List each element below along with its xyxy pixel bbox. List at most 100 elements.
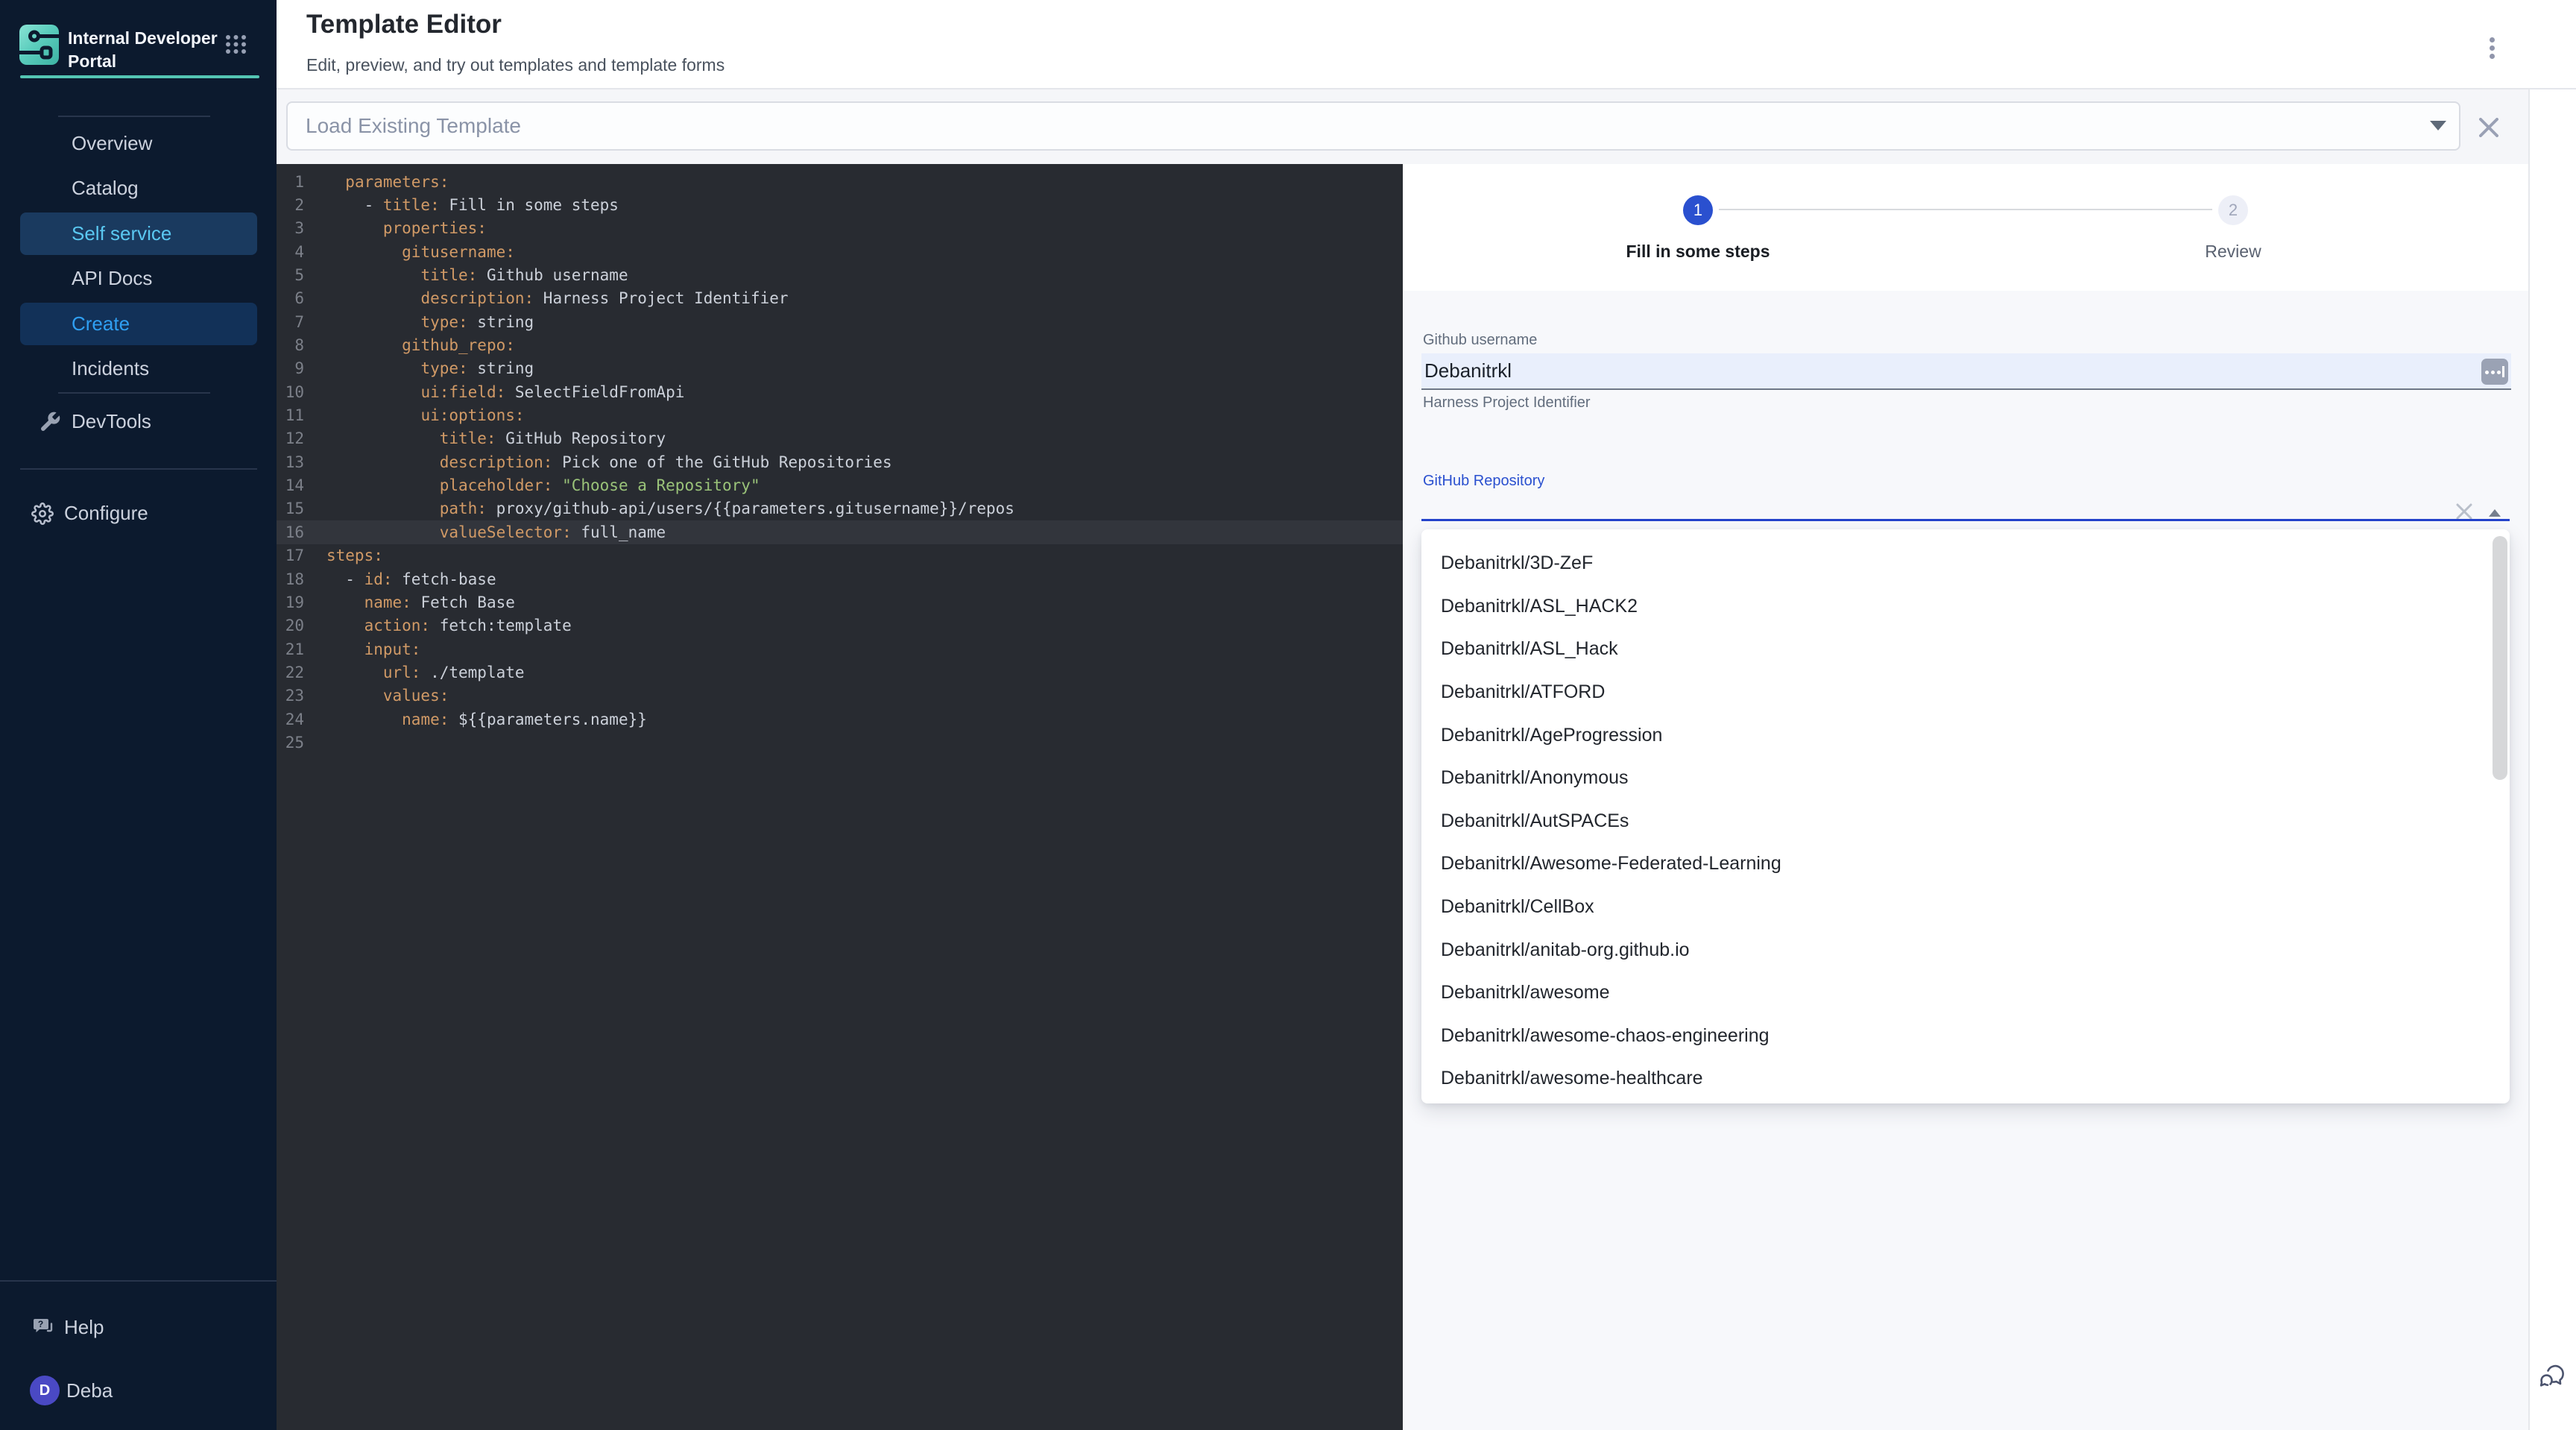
code-line[interactable]: 20 action: fetch:template [277, 614, 1403, 637]
apps-grid-icon[interactable] [226, 35, 246, 54]
code-line[interactable]: 16 valueSelector: full_name [277, 520, 1403, 544]
page-title: Template Editor [306, 10, 502, 40]
sidebar-item-catalog[interactable]: Catalog [20, 167, 257, 210]
load-template-select[interactable]: Load Existing Template [286, 101, 2460, 151]
sidebar-item-devtools[interactable]: DevTools [20, 400, 257, 443]
repository-option[interactable]: Debanitrkl/AgeProgression [1421, 714, 2510, 757]
code-line[interactable]: 18 - id: fetch-base [277, 567, 1403, 590]
sidebar-item-label: Incidents [72, 357, 149, 380]
github-username-helper: Harness Project Identifier [1423, 394, 1591, 412]
wrench-icon [38, 410, 62, 434]
step-2-indicator[interactable]: 2 [2218, 195, 2248, 225]
repository-option[interactable]: Debanitrkl/AutSPACEs [1421, 800, 2510, 843]
step-1-indicator[interactable]: 1 [1683, 195, 1713, 225]
sidebar-item-label: Self service [72, 222, 171, 245]
code-line[interactable]: 14 placeholder: "Choose a Repository" [277, 473, 1403, 497]
code-line[interactable]: 2 - title: Fill in some steps [277, 193, 1403, 216]
code-line[interactable]: 21 input: [277, 637, 1403, 661]
sidebar-item-label: Help [64, 1316, 104, 1339]
code-line[interactable]: 15 path: proxy/github-api/users/{{parame… [277, 497, 1403, 520]
page-header: Template Editor Edit, preview, and try o… [277, 0, 2576, 89]
help-chat-icon: ? [31, 1316, 54, 1340]
chat-bubbles-icon[interactable] [2539, 1364, 2567, 1392]
template-form-panel: 1 2 Fill in some steps Review Github use… [1403, 164, 2528, 1430]
github-repository-label: GitHub Repository [1423, 473, 1544, 490]
sidebar: Internal Developer Portal Overview Catal… [0, 0, 277, 1430]
main-area: Template Editor Edit, preview, and try o… [277, 0, 2576, 1430]
step-1-label: Fill in some steps [1549, 242, 1847, 262]
sidebar-item-self-service[interactable]: Self service [20, 212, 257, 255]
code-line[interactable]: 11 ui:options: [277, 403, 1403, 426]
code-line[interactable]: 19 name: Fetch Base [277, 590, 1403, 614]
sidebar-item-create[interactable]: Create [20, 303, 257, 345]
sidebar-item-api-docs[interactable]: API Docs [20, 257, 257, 300]
stepper-connector [1719, 209, 2212, 210]
repository-select-underline[interactable] [1421, 519, 2510, 521]
code-line[interactable]: 3 properties: [277, 217, 1403, 240]
nav-divider [58, 392, 210, 394]
code-line[interactable]: 8 github_repo: [277, 333, 1403, 356]
github-username-label: Github username [1423, 332, 1537, 349]
close-icon[interactable] [2479, 118, 2498, 137]
repository-option[interactable]: Debanitrkl/awesome-healthcare [1421, 1057, 2510, 1100]
autofill-icon[interactable] [2481, 359, 2508, 385]
repository-option[interactable]: Debanitrkl/ASL_Hack [1421, 628, 2510, 671]
repository-option[interactable]: Debanitrkl/ASL_HACK2 [1421, 585, 2510, 629]
sidebar-divider [0, 1280, 277, 1282]
app-title: Internal Developer Portal [68, 27, 228, 73]
repository-dropdown: Debanitrkl/3D-ZeFDebanitrkl/ASL_HACK2Deb… [1421, 529, 2510, 1103]
chevron-up-icon[interactable] [2489, 509, 2501, 517]
code-line[interactable]: 22 url: ./template [277, 661, 1403, 684]
code-line[interactable]: 4 gitusername: [277, 240, 1403, 263]
sidebar-item-help[interactable]: ? Help [20, 1306, 257, 1349]
sidebar-item-configure[interactable]: Configure [20, 492, 257, 535]
nav-divider [58, 116, 210, 117]
gear-icon [31, 503, 54, 525]
repository-option[interactable]: Debanitrkl/3D-ZeF [1421, 542, 2510, 585]
repository-option[interactable]: Debanitrkl/Anonymous [1421, 757, 2510, 800]
repository-option[interactable]: Debanitrkl/ATFORD [1421, 671, 2510, 714]
code-line[interactable]: 24 name: ${{parameters.name}} [277, 708, 1403, 731]
stepper: 1 2 Fill in some steps Review [1403, 164, 2528, 291]
load-template-placeholder: Load Existing Template [306, 114, 521, 138]
sidebar-item-label: API Docs [72, 267, 152, 290]
code-line[interactable]: 9 type: string [277, 357, 1403, 380]
repository-option[interactable]: Debanitrkl/awesome [1421, 971, 2510, 1015]
sidebar-user[interactable]: D Deba [20, 1370, 257, 1411]
code-lines: 1 parameters:2 - title: Fill in some ste… [277, 170, 1403, 755]
clear-icon[interactable] [2455, 503, 2473, 520]
sidebar-divider [20, 468, 257, 470]
repository-options: Debanitrkl/3D-ZeFDebanitrkl/ASL_HACK2Deb… [1421, 542, 2510, 1100]
right-gutter [2528, 89, 2576, 1430]
sidebar-item-label: Catalog [72, 177, 139, 200]
repository-option[interactable]: Debanitrkl/awesome-chaos-engineering [1421, 1015, 2510, 1058]
code-line[interactable]: 23 values: [277, 684, 1403, 708]
yaml-editor[interactable]: 1 parameters:2 - title: Fill in some ste… [277, 164, 1403, 1430]
code-line[interactable]: 7 type: string [277, 310, 1403, 333]
svg-text:?: ? [38, 1318, 43, 1329]
sidebar-item-label: Create [72, 312, 130, 336]
code-line[interactable]: 13 description: Pick one of the GitHub R… [277, 450, 1403, 473]
code-line[interactable]: 6 description: Harness Project Identifie… [277, 287, 1403, 310]
user-name: Deba [66, 1379, 113, 1402]
code-line[interactable]: 25 [277, 731, 1403, 754]
sidebar-item-label: Overview [72, 132, 152, 155]
kebab-menu-icon[interactable] [2481, 31, 2502, 64]
repository-option[interactable]: Debanitrkl/Awesome-Federated-Learning [1421, 842, 2510, 886]
dropdown-scrollbar[interactable] [2493, 536, 2507, 780]
code-line[interactable]: 1 parameters: [277, 170, 1403, 193]
sidebar-item-incidents[interactable]: Incidents [20, 347, 257, 390]
github-username-value: Debanitrkl [1424, 359, 1512, 382]
github-username-input[interactable]: Debanitrkl [1421, 353, 2511, 390]
code-line[interactable]: 12 title: GitHub Repository [277, 427, 1403, 450]
repository-option[interactable]: Debanitrkl/CellBox [1421, 886, 2510, 929]
chevron-down-icon[interactable] [2430, 121, 2446, 130]
sidebar-item-label: DevTools [72, 410, 151, 433]
code-line[interactable]: 5 title: Github username [277, 263, 1403, 286]
code-line[interactable]: 10 ui:field: SelectFieldFromApi [277, 380, 1403, 403]
app-logo-icon[interactable] [19, 25, 59, 65]
sidebar-item-overview[interactable]: Overview [20, 122, 257, 165]
sidebar-item-label: Configure [64, 502, 148, 525]
repository-option[interactable]: Debanitrkl/anitab-org.github.io [1421, 928, 2510, 971]
code-line[interactable]: 17steps: [277, 544, 1403, 567]
